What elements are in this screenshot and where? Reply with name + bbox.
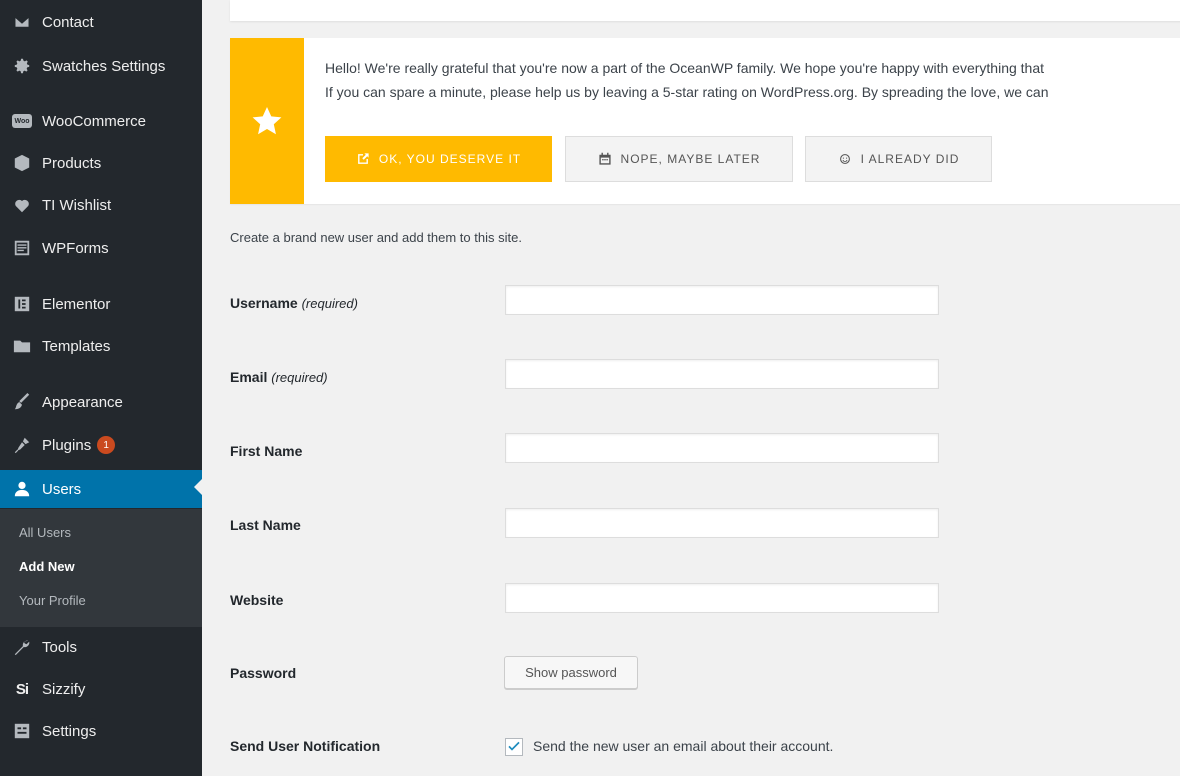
email-input[interactable]	[505, 359, 939, 389]
form-icon	[12, 238, 32, 258]
woocommerce-icon: Woo	[12, 111, 32, 131]
email-label: Email (required)	[230, 369, 328, 385]
sidebar-item-label: Tools	[42, 638, 78, 656]
rating-notice: Hello! We're really grateful that you're…	[230, 38, 1180, 204]
sidebar-item-elementor[interactable]: Elementor	[0, 287, 202, 321]
rate-ok-button[interactable]: OK, YOU DESERVE IT	[325, 136, 552, 182]
sidebar-item-label: TI Wishlist	[42, 196, 112, 214]
submenu-item-add-new[interactable]: Add New	[19, 559, 75, 574]
sidebar-item-label: Swatches Settings	[42, 57, 166, 75]
send-notification-label: Send User Notification	[230, 738, 381, 754]
last-name-input[interactable]	[505, 508, 939, 538]
sidebar-item-users[interactable]: Users	[0, 470, 202, 508]
show-password-button[interactable]: Show password	[504, 656, 638, 689]
notice-star-panel	[230, 38, 304, 204]
sidebar-item-sizzify[interactable]: Si Sizzify	[0, 672, 202, 706]
sidebar-item-label: WooCommerce	[42, 112, 146, 130]
plug-icon	[12, 435, 32, 455]
top-panel	[230, 0, 1180, 21]
sidebar-item-swatches-settings[interactable]: Swatches Settings	[0, 49, 202, 83]
last-name-label: Last Name	[230, 517, 301, 533]
admin-sidebar: Contact Swatches Settings Woo WooCommerc…	[0, 0, 202, 776]
folder-icon	[12, 336, 32, 356]
sidebar-item-label: Templates	[42, 337, 111, 355]
external-link-icon	[357, 153, 369, 164]
active-indicator-arrow	[194, 479, 202, 495]
submenu-item-your-profile[interactable]: Your Profile	[19, 593, 86, 608]
sidebar-item-label: Products	[42, 154, 102, 172]
sidebar-item-plugins[interactable]: Plugins 1	[0, 428, 202, 462]
sidebar-item-label: WPForms	[42, 239, 109, 257]
first-name-input[interactable]	[505, 433, 939, 463]
form-description: Create a brand new user and add them to …	[230, 230, 522, 245]
sidebar-item-label: Appearance	[42, 393, 123, 411]
sidebar-item-label: Contact	[42, 13, 94, 31]
sizzify-icon: Si	[15, 680, 29, 698]
cube-icon	[12, 153, 32, 173]
calendar-icon	[598, 152, 611, 165]
sidebar-item-label: Elementor	[42, 295, 111, 313]
submenu-item-all-users[interactable]: All Users	[19, 525, 71, 540]
heart-icon	[12, 195, 32, 215]
sidebar-item-tools[interactable]: Tools	[0, 630, 202, 664]
sidebar-item-settings[interactable]: Settings	[0, 714, 202, 748]
sidebar-item-contact[interactable]: Contact	[0, 5, 202, 39]
website-label: Website	[230, 592, 284, 608]
sidebar-item-label: Settings	[42, 722, 97, 740]
elementor-icon	[12, 294, 32, 314]
already-did-label: I ALREADY DID	[860, 152, 960, 166]
notice-line-1: Hello! We're really grateful that you're…	[325, 60, 1045, 76]
plugins-update-badge: 1	[97, 436, 116, 454]
send-notification-text: Send the new user an email about their a…	[533, 738, 834, 754]
required-note: (required)	[301, 296, 358, 311]
envelope-icon	[12, 12, 32, 32]
website-input[interactable]	[505, 583, 939, 613]
gear-icon	[12, 56, 32, 76]
smiley-icon	[839, 154, 850, 164]
wrench-icon	[12, 637, 32, 657]
sidebar-item-wpforms[interactable]: WPForms	[0, 231, 202, 265]
sidebar-item-label: Users	[42, 480, 82, 498]
users-submenu: All Users Add New Your Profile	[0, 509, 202, 627]
sidebar-item-ti-wishlist[interactable]: TI Wishlist	[0, 188, 202, 222]
user-icon	[12, 479, 32, 499]
first-name-label: First Name	[230, 443, 303, 459]
paintbrush-icon	[12, 392, 32, 412]
star-icon	[252, 107, 282, 135]
checkmark-icon	[508, 741, 520, 751]
username-label: Username (required)	[230, 295, 358, 311]
sidebar-item-woocommerce[interactable]: Woo WooCommerce	[0, 104, 202, 138]
sidebar-item-templates[interactable]: Templates	[0, 329, 202, 363]
sidebar-item-label: Plugins	[42, 436, 92, 454]
username-input[interactable]	[505, 285, 939, 315]
maybe-later-label: NOPE, MAYBE LATER	[620, 152, 761, 166]
sidebar-item-appearance[interactable]: Appearance	[0, 385, 202, 419]
rate-ok-label: OK, YOU DESERVE IT	[378, 152, 522, 166]
sidebar-item-products[interactable]: Products	[0, 146, 202, 180]
sidebar-item-label: Sizzify	[42, 680, 86, 698]
password-label: Password	[230, 665, 297, 681]
settings-icon	[12, 721, 32, 741]
send-notification-checkbox[interactable]	[505, 738, 523, 756]
already-did-button[interactable]: I ALREADY DID	[805, 136, 992, 182]
maybe-later-button[interactable]: NOPE, MAYBE LATER	[565, 136, 793, 182]
required-note: (required)	[271, 370, 328, 385]
notice-line-2: If you can spare a minute, please help u…	[325, 84, 1049, 100]
